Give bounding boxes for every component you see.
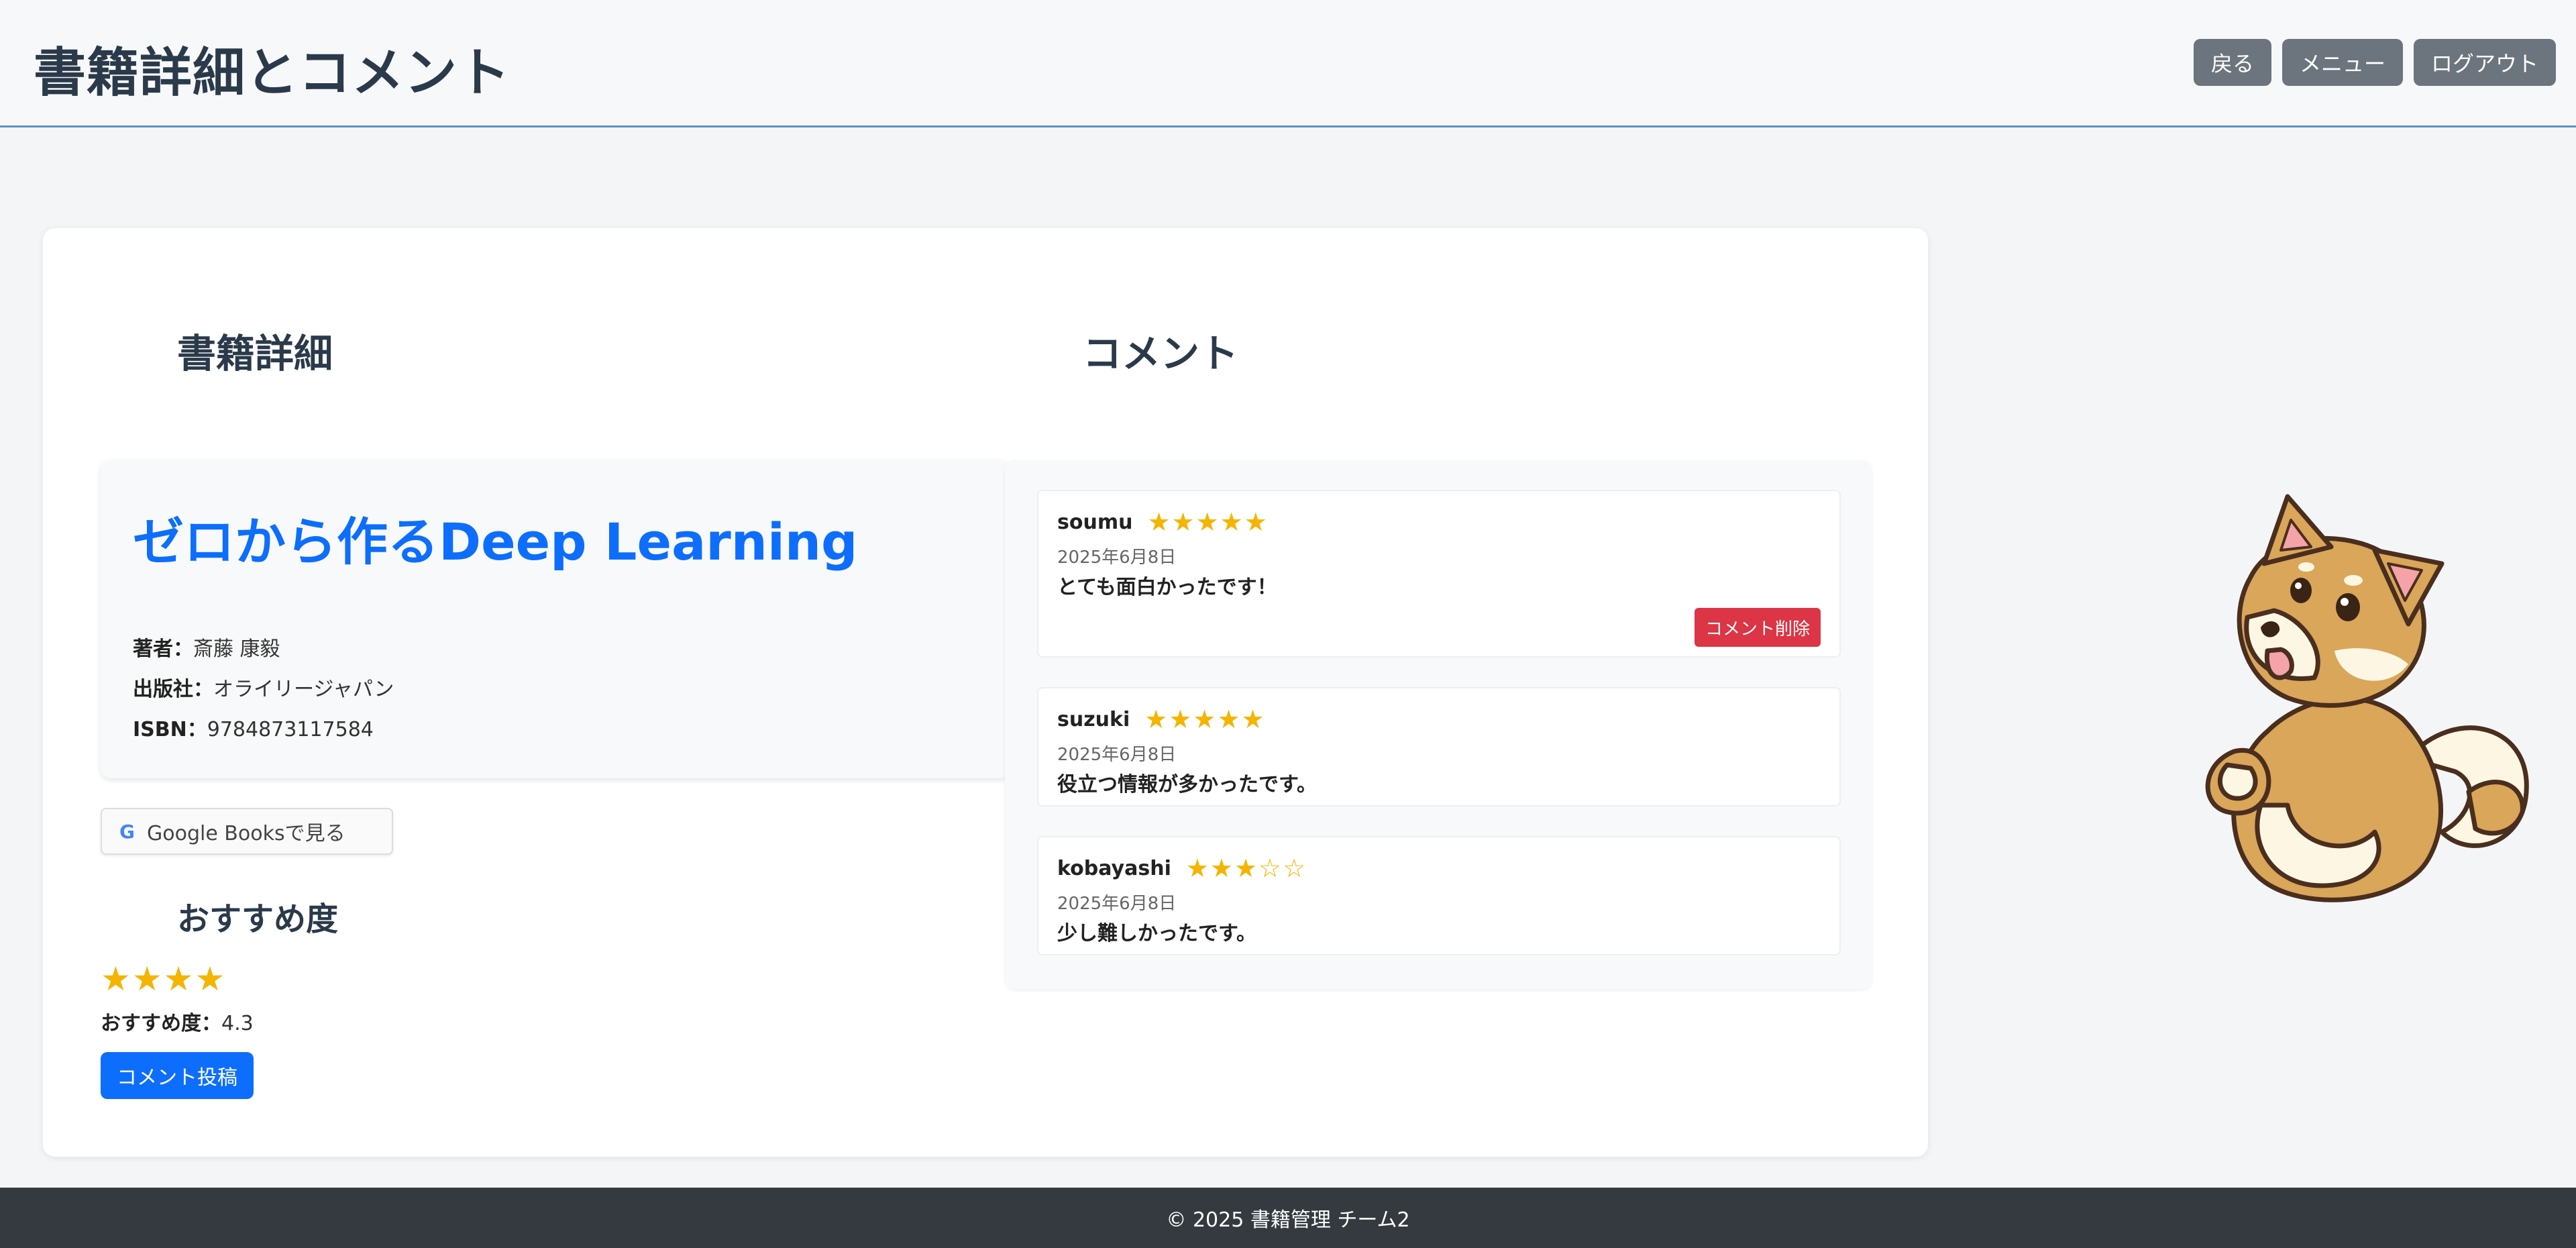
- book-author: 著者：斎藤 康毅: [133, 632, 280, 662]
- comment-rating-stars: ★★★☆☆: [1185, 853, 1307, 883]
- comment-user: soumu: [1057, 510, 1133, 534]
- comments-panel: soumu ★★★★★ 2025年6月8日 とても面白かったです！ コメント削除…: [1005, 460, 1872, 989]
- comment-header: soumu ★★★★★: [1057, 507, 1269, 537]
- logout-button[interactable]: ログアウト: [2413, 39, 2556, 86]
- google-books-button[interactable]: G Google Booksで見る: [101, 808, 393, 855]
- comment-date: 2025年6月8日: [1057, 745, 1177, 765]
- nav-buttons: 戻る メニュー ログアウト: [2193, 39, 2556, 86]
- back-button[interactable]: 戻る: [2193, 39, 2271, 86]
- comment-date: 2025年6月8日: [1057, 548, 1177, 568]
- page-title: 書籍詳細とコメント: [34, 43, 511, 103]
- recommendation-score: おすすめ度：4.3: [101, 1006, 254, 1036]
- book-info-panel: ゼロから作るDeep Learning 著者：斎藤 康毅 出版社：オライリージャ…: [101, 460, 1010, 778]
- book-title: ゼロから作るDeep Learning: [133, 512, 858, 572]
- comment-user: kobayashi: [1057, 856, 1171, 880]
- score-value: 4.3: [221, 1012, 254, 1035]
- main-card: 書籍詳細 コメント ゼロから作るDeep Learning 著者：斎藤 康毅 出…: [43, 228, 1928, 1157]
- isbn-label: ISBN：: [133, 718, 207, 741]
- book-detail-heading: 書籍詳細: [177, 331, 333, 376]
- shiba-mascot-image: [2205, 494, 2529, 902]
- comment-card: kobayashi ★★★☆☆ 2025年6月8日 少し難しかったです。: [1037, 836, 1841, 955]
- author-label: 著者：: [133, 637, 193, 661]
- site-header: 書籍詳細とコメント 戻る メニュー ログアウト: [0, 0, 2576, 127]
- score-label: おすすめ度：: [101, 1012, 221, 1035]
- google-books-label: Google Booksで見る: [146, 822, 345, 845]
- menu-button[interactable]: メニュー: [2282, 39, 2403, 86]
- comment-text: 役立つ情報が多かったです。: [1057, 773, 1317, 796]
- isbn-value: 9784873117584: [207, 718, 374, 741]
- google-icon: G: [119, 820, 135, 843]
- comment-rating-stars: ★★★★★: [1144, 705, 1266, 734]
- recommendation-heading: おすすめ度: [177, 900, 339, 938]
- comment-card: suzuki ★★★★★ 2025年6月8日 役立つ情報が多かったです。: [1037, 687, 1841, 807]
- book-isbn: ISBN：9784873117584: [133, 713, 374, 742]
- comments-heading: コメント: [1083, 331, 1239, 376]
- recommendation-stars: ★★★★: [101, 959, 227, 998]
- site-footer: © 2025 書籍管理 チーム2: [0, 1188, 2576, 1248]
- comment-card: soumu ★★★★★ 2025年6月8日 とても面白かったです！ コメント削除: [1037, 490, 1841, 658]
- comment-date: 2025年6月8日: [1057, 894, 1177, 914]
- book-publisher: 出版社：オライリージャパン: [133, 672, 394, 702]
- comment-header: kobayashi ★★★☆☆: [1057, 853, 1307, 883]
- post-comment-button[interactable]: コメント投稿: [101, 1052, 254, 1099]
- footer-copyright: © 2025 書籍管理 チーム2: [1166, 1208, 1410, 1232]
- comment-user: suzuki: [1057, 707, 1130, 731]
- comment-text: 少し難しかったです。: [1057, 922, 1256, 945]
- publisher-label: 出版社：: [133, 678, 213, 701]
- comment-text: とても面白かったです！: [1057, 576, 1277, 599]
- author-value: 斎藤 康毅: [193, 637, 280, 661]
- comment-header: suzuki ★★★★★: [1057, 705, 1266, 734]
- comment-rating-stars: ★★★★★: [1147, 507, 1269, 537]
- publisher-value: オライリージャパン: [213, 678, 394, 701]
- delete-comment-button[interactable]: コメント削除: [1694, 608, 1821, 647]
